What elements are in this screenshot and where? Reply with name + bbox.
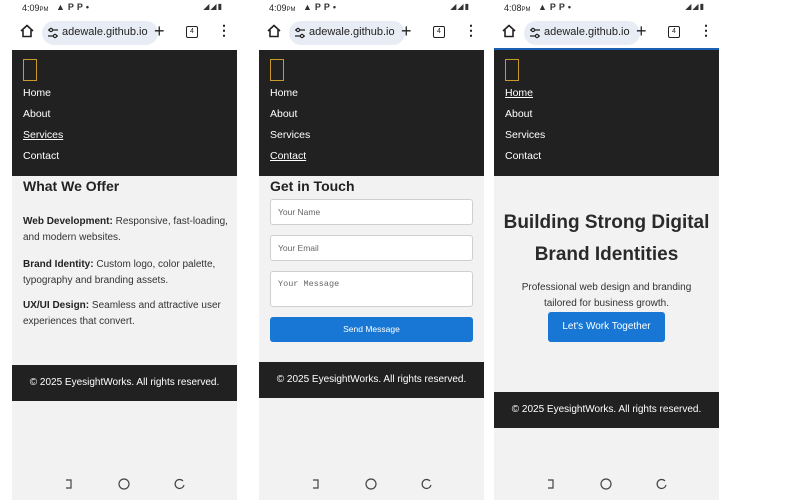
notification-icons: ▲PP•	[303, 2, 340, 12]
service-ux-ui-design: UX/UI Design: Seamless and attractive us…	[23, 300, 221, 327]
tab-switcher-button[interactable]: 4	[186, 26, 198, 38]
home-gesture-icon[interactable]	[600, 478, 612, 490]
android-nav-bar	[12, 478, 237, 492]
browser-toolbar: adewale.github.io + 4 ⋮	[259, 16, 484, 50]
site-settings-icon[interactable]	[47, 27, 59, 39]
nav-services[interactable]: Services	[505, 129, 545, 150]
url-text: adewale.github.io	[544, 26, 630, 38]
status-time: 4:09PM	[269, 3, 296, 13]
browser-toolbar: adewale.github.io + 4 ⋮	[494, 16, 719, 50]
hero-title: Building Strong Digital Brand Identities	[494, 207, 719, 271]
hero-subtitle: Professional web design and branding tai…	[509, 280, 704, 312]
name-field[interactable]: Your Name	[270, 199, 473, 225]
home-icon[interactable]	[502, 24, 516, 38]
status-bar: 4:09PM ▲PP• ◢◢▮	[259, 0, 484, 16]
url-text: adewale.github.io	[309, 26, 395, 38]
signal-battery-icons: ◢◢▮	[203, 2, 223, 11]
more-menu-icon[interactable]: ⋮	[217, 23, 231, 37]
tab-switcher-button[interactable]: 4	[433, 26, 445, 38]
nav-services[interactable]: Services	[23, 129, 63, 150]
site-nav: Home About Services Contact	[494, 50, 719, 176]
site-footer: © 2025 EyesightWorks. All rights reserve…	[12, 365, 237, 401]
nav-about[interactable]: About	[270, 108, 310, 129]
hero-title-line-1: Building Strong Digital	[503, 212, 710, 233]
back-gesture-icon[interactable]	[309, 478, 321, 490]
nav-about[interactable]: About	[23, 108, 63, 129]
url-text: adewale.github.io	[62, 26, 148, 38]
email-field[interactable]: Your Email	[270, 235, 473, 261]
section-title: What We Offer	[23, 178, 120, 194]
new-tab-icon[interactable]: +	[401, 22, 412, 40]
status-bar: 4:08PM ▲PP• ◢◢▮	[494, 0, 719, 16]
site-footer: © 2025 EyesightWorks. All rights reserve…	[259, 362, 484, 398]
notification-icons: ▲PP•	[56, 2, 93, 12]
message-field[interactable]: Your Message	[270, 271, 473, 307]
more-menu-icon[interactable]: ⋮	[699, 23, 713, 37]
more-menu-icon[interactable]: ⋮	[464, 23, 478, 37]
home-icon[interactable]	[20, 24, 34, 38]
nav-contact[interactable]: Contact	[270, 150, 310, 171]
hero-subtitle-line-1: Professional web design and branding	[521, 282, 692, 293]
nav-home[interactable]: Home	[505, 87, 545, 108]
phone-contact: 4:09PM ▲PP• ◢◢▮ adewale.github.io + 4 ⋮ …	[259, 0, 484, 500]
site-nav: Home About Services Contact	[12, 50, 237, 176]
android-nav-bar	[494, 478, 719, 492]
address-bar[interactable]: adewale.github.io	[289, 21, 405, 45]
phone-home: 4:08PM ▲PP• ◢◢▮ adewale.github.io + 4 ⋮ …	[494, 0, 719, 500]
nav-services[interactable]: Services	[270, 129, 310, 150]
back-gesture-icon[interactable]	[62, 478, 74, 490]
recents-gesture-icon[interactable]	[656, 478, 668, 490]
nav-contact[interactable]: Contact	[23, 150, 63, 171]
lets-work-together-button[interactable]: Let's Work Together	[548, 312, 665, 342]
address-bar[interactable]: adewale.github.io	[42, 21, 158, 45]
hero-title-line-2: Brand Identities	[534, 244, 679, 265]
send-message-button[interactable]: Send Message	[270, 317, 473, 342]
section-title: Get in Touch	[270, 178, 355, 194]
nav-contact[interactable]: Contact	[505, 150, 545, 171]
site-logo[interactable]	[270, 59, 284, 81]
new-tab-icon[interactable]: +	[154, 22, 165, 40]
browser-toolbar: adewale.github.io + 4 ⋮	[12, 16, 237, 50]
home-gesture-icon[interactable]	[365, 478, 377, 490]
new-tab-icon[interactable]: +	[636, 22, 647, 40]
address-bar[interactable]: adewale.github.io	[524, 21, 640, 45]
service-brand-identity: Brand Identity: Custom logo, color palet…	[23, 259, 216, 286]
site-footer: © 2025 EyesightWorks. All rights reserve…	[494, 392, 719, 428]
nav-home[interactable]: Home	[23, 87, 63, 108]
signal-battery-icons: ◢◢▮	[450, 2, 470, 11]
service-web-development: Web Development: Responsive, fast-loadin…	[23, 216, 228, 243]
android-nav-bar	[259, 478, 484, 492]
site-logo[interactable]	[23, 59, 37, 81]
phone-services: 4:09PM ▲PP• ◢◢▮ adewale.github.io + 4 ⋮ …	[12, 0, 237, 500]
signal-battery-icons: ◢◢▮	[685, 2, 705, 11]
status-time: 4:08PM	[504, 3, 531, 13]
recents-gesture-icon[interactable]	[174, 478, 186, 490]
tab-switcher-button[interactable]: 4	[668, 26, 680, 38]
site-settings-icon[interactable]	[294, 27, 306, 39]
site-nav: Home About Services Contact	[259, 50, 484, 176]
status-bar: 4:09PM ▲PP• ◢◢▮	[12, 0, 237, 16]
status-time: 4:09PM	[22, 3, 49, 13]
site-logo[interactable]	[505, 59, 519, 81]
notification-icons: ▲PP•	[538, 2, 575, 12]
nav-home[interactable]: Home	[270, 87, 310, 108]
home-icon[interactable]	[267, 24, 281, 38]
nav-about[interactable]: About	[505, 108, 545, 129]
home-gesture-icon[interactable]	[118, 478, 130, 490]
back-gesture-icon[interactable]	[544, 478, 556, 490]
site-settings-icon[interactable]	[529, 27, 541, 39]
hero-subtitle-line-2: tailored for business growth.	[543, 298, 670, 309]
recents-gesture-icon[interactable]	[421, 478, 433, 490]
